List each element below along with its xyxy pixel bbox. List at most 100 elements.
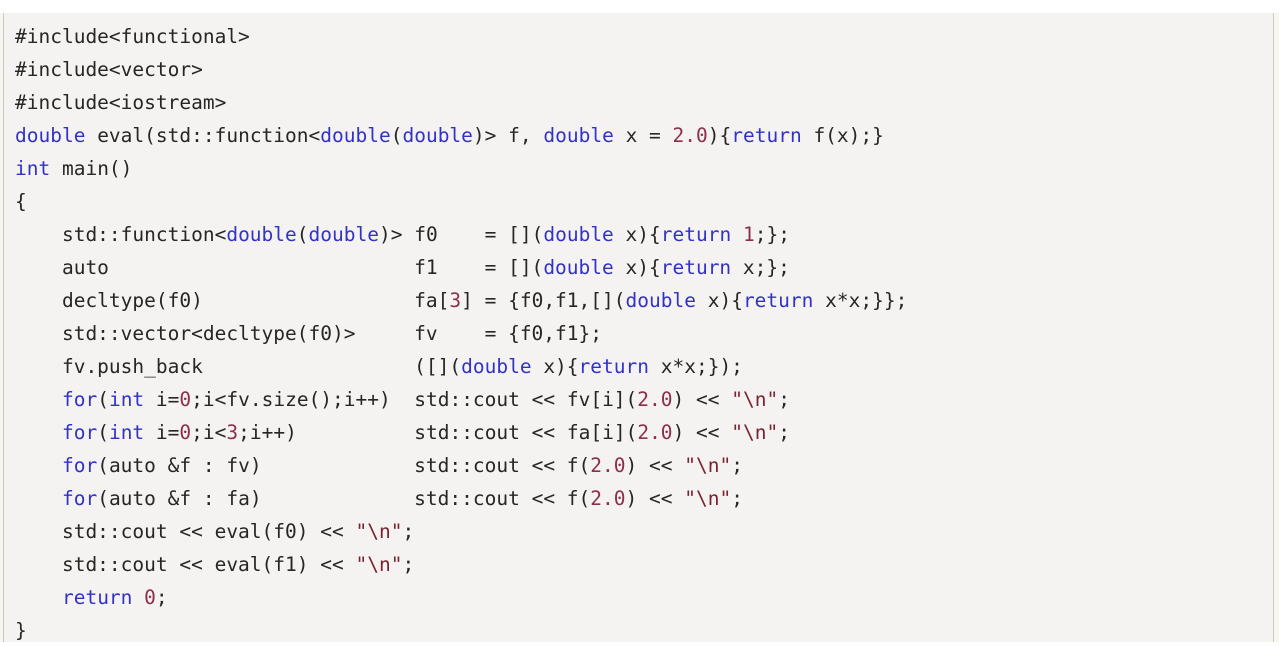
- code-token-kw: for: [61, 454, 98, 477]
- code-token-plain: std::function<: [15, 223, 227, 246]
- code-token-kw: int: [108, 421, 145, 444]
- code-token-kw: double: [461, 355, 532, 378]
- code-token-kw: return: [660, 223, 732, 246]
- code-token-plain: }: [15, 619, 27, 642]
- code-token-plain: x){: [695, 289, 743, 312]
- code-line: #include<functional>: [15, 20, 1274, 53]
- code-line: std::function<double(double)> f0 = [](do…: [15, 218, 1274, 251]
- code-token-plain: ) <<: [625, 454, 685, 477]
- code-token-kw: double: [308, 223, 379, 246]
- code-token-kw: double: [543, 256, 614, 279]
- code-token-kw: double: [402, 124, 473, 147]
- code-token-plain: decltype(f0) fa[: [15, 289, 450, 312]
- code-line: for(int i=0;i<fv.size();i++) std::cout <…: [15, 383, 1274, 416]
- code-token-kw: double: [226, 223, 297, 246]
- code-token-plain: (: [296, 223, 309, 246]
- code-token-plain: #include<iostream>: [15, 91, 227, 114]
- code-token-kw: for: [61, 487, 98, 510]
- code-token-num: 2.0: [672, 124, 708, 147]
- code-token-plain: f(x);}: [801, 124, 884, 147]
- code-token-plain: ;};: [754, 223, 790, 246]
- code-token-kw: return: [61, 586, 133, 609]
- code-token-plain: ;: [402, 520, 415, 543]
- code-token-plain: ;: [778, 421, 790, 444]
- code-block: #include<functional> #include<vector> #inc…: [0, 13, 1279, 642]
- code-token-plain: eval(std::function<: [85, 124, 321, 147]
- code-token-kw: int: [108, 388, 145, 411]
- code-token-plain: ) <<: [672, 421, 732, 444]
- code-line: std::cout << eval(f0) << "\n";: [15, 515, 1274, 548]
- code-token-plain: (: [390, 124, 403, 147]
- code-token-plain: ;: [731, 487, 743, 510]
- code-token-kw: return: [660, 256, 732, 279]
- code-line: int main(): [15, 152, 1274, 185]
- code-token-plain: x;};: [731, 256, 790, 279]
- code-token-kw: double: [625, 289, 696, 312]
- code-token-plain: ){: [707, 124, 732, 147]
- code-token-plain: #include<functional>: [15, 25, 250, 48]
- code-token-num: 1: [742, 223, 755, 246]
- code-token-num: 0: [144, 586, 156, 609]
- code-token-kw: for: [61, 421, 98, 444]
- code-token-num: 2.0: [590, 454, 626, 477]
- code-token-plain: x*x;});: [649, 355, 743, 378]
- code-text-area[interactable]: #include<functional> #include<vector> #inc…: [3, 13, 1274, 642]
- code-line: std::vector<decltype(f0)> fv = {f0,f1};: [15, 317, 1274, 350]
- code-token-str: "\n": [684, 487, 732, 510]
- code-token-kw: for: [61, 388, 98, 411]
- code-token-plain: x){: [531, 355, 579, 378]
- code-token-num: 0: [179, 388, 192, 411]
- code-token-plain: (auto &f : fv) std::cout << f(: [97, 454, 591, 477]
- code-token-plain: ;: [155, 586, 168, 609]
- code-token-plain: x){: [613, 256, 661, 279]
- code-token-plain: std::cout << eval(f1) <<: [15, 553, 356, 576]
- code-token-plain: (: [97, 388, 109, 411]
- code-line: fv.push_back ([](double x){return x*x;})…: [15, 350, 1274, 383]
- code-token-plain: auto f1 = [](: [15, 256, 544, 279]
- code-token-plain: x){: [613, 223, 661, 246]
- code-line: for(auto &f : fa) std::cout << f(2.0) <<…: [15, 482, 1274, 515]
- code-token-plain: )> f,: [472, 124, 544, 147]
- code-token-kw: double: [543, 124, 614, 147]
- code-line: {: [15, 185, 1274, 218]
- code-line: #include<iostream>: [15, 86, 1274, 119]
- code-line: }: [15, 614, 1274, 647]
- code-token-kw: double: [543, 223, 614, 246]
- code-token-plain: i=: [144, 421, 180, 444]
- code-token-plain: ;: [778, 388, 790, 411]
- code-token-num: 3: [449, 289, 462, 312]
- code-token-str: "\n": [731, 421, 779, 444]
- code-token-plain: ) <<: [672, 388, 732, 411]
- code-line: #include<vector>: [15, 53, 1274, 86]
- code-token-str: "\n": [731, 388, 779, 411]
- code-token-kw: return: [578, 355, 649, 378]
- code-token-kw: int: [15, 157, 51, 180]
- code-token-plain: ;i<fv.size();i++) std::cout << fv[i](: [191, 388, 638, 411]
- code-token-kw: return: [731, 124, 802, 147]
- code-line: return 0;: [15, 581, 1274, 614]
- code-token-plain: i=: [144, 388, 180, 411]
- code-token-plain: std::cout << eval(f0) <<: [15, 520, 356, 543]
- code-line: decltype(f0) fa[3] = {f0,f1,[](double x)…: [15, 284, 1274, 317]
- code-line: auto f1 = [](double x){return x;};: [15, 251, 1274, 284]
- code-line: double eval(std::function<double(double)…: [15, 119, 1274, 152]
- code-token-plain: x =: [613, 124, 673, 147]
- code-token-plain: {: [15, 190, 27, 213]
- code-token-plain: main(): [50, 157, 133, 180]
- code-token-str: "\n": [355, 520, 403, 543]
- code-token-str: "\n": [355, 553, 403, 576]
- code-token-plain: ;: [402, 553, 415, 576]
- code-token-num: 3: [226, 421, 239, 444]
- code-token-num: 2.0: [637, 388, 673, 411]
- code-token-plain: (auto &f : fa) std::cout << f(: [97, 487, 591, 510]
- code-token-plain: x*x;}};: [813, 289, 908, 312]
- code-token-plain: ;i++) std::cout << fa[i](: [238, 421, 638, 444]
- code-token-plain: )> f0 = [](: [378, 223, 544, 246]
